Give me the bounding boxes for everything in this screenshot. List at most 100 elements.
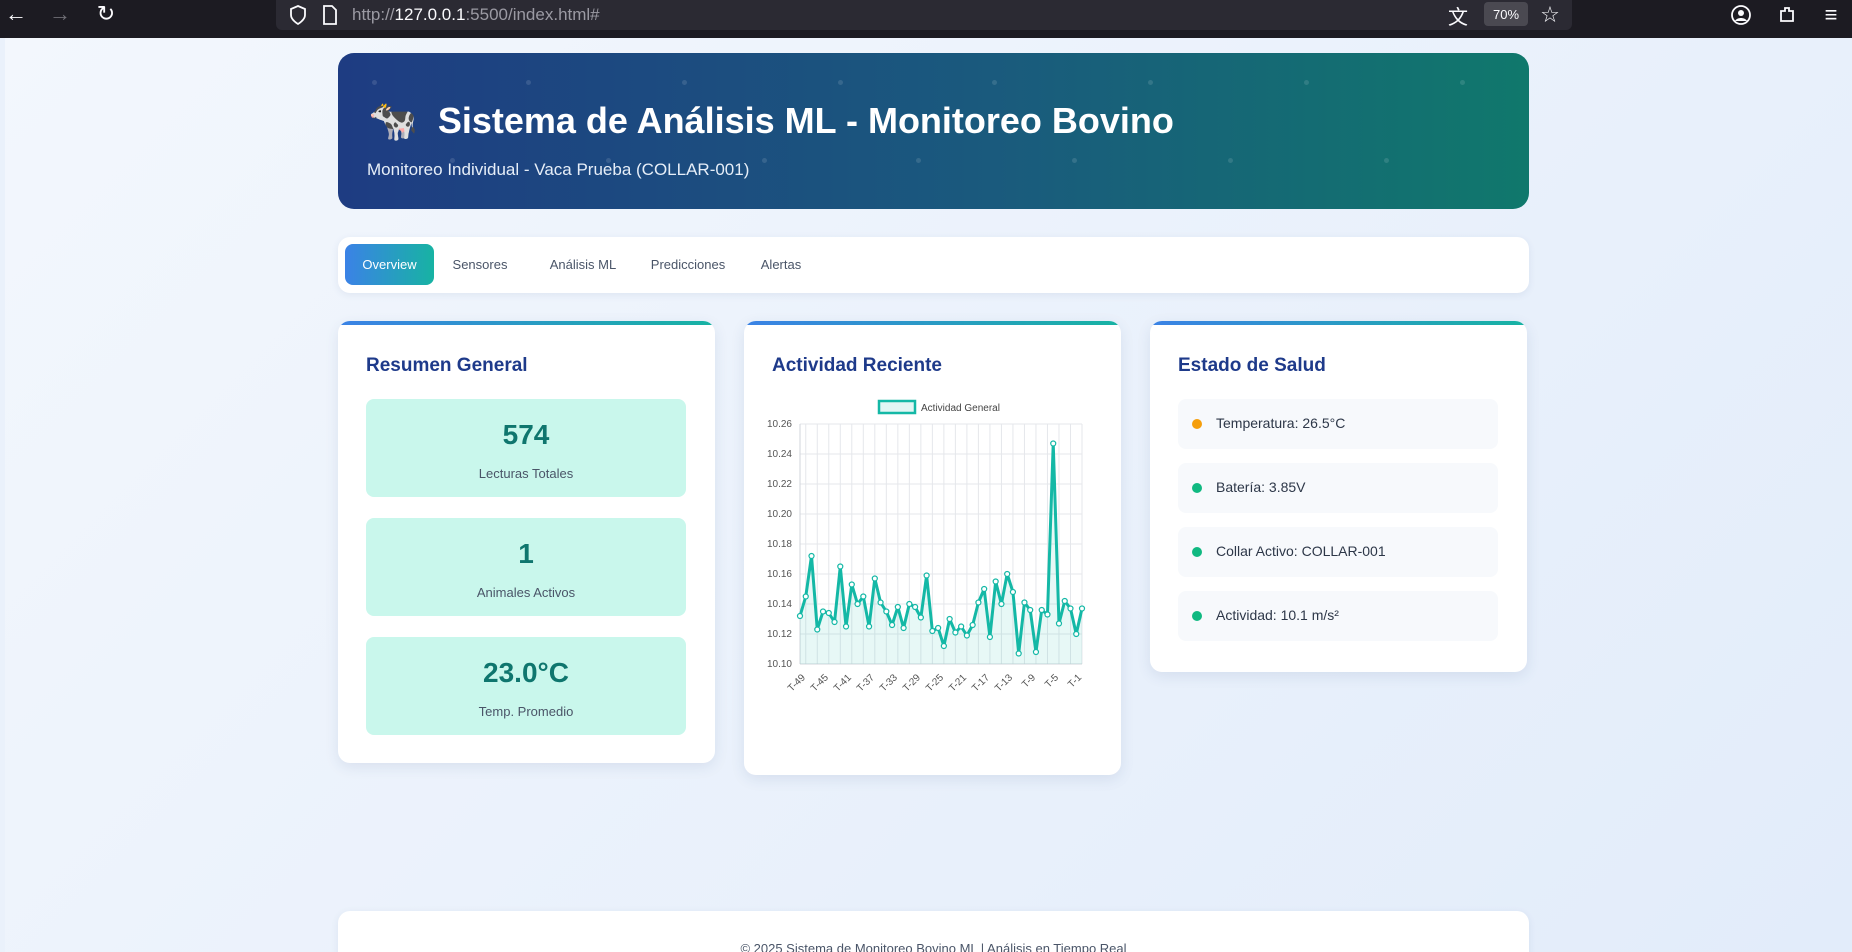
page-header: 🐄 Sistema de Análisis ML - Monitoreo Bov…	[338, 53, 1529, 209]
data-point	[1032, 648, 1040, 656]
data-point	[958, 623, 965, 630]
forward-icon[interactable]: →	[44, 0, 76, 28]
x-tick-label: T-9	[1020, 672, 1038, 690]
page-icon[interactable]	[318, 3, 342, 27]
x-tick-label: T-1	[1066, 672, 1084, 690]
url-bar[interactable]: http://127.0.0.1:5500/index.html# 文 70% …	[276, 0, 1572, 30]
status-dot	[1192, 483, 1202, 493]
page-subtitle: Monitoreo Individual - Vaca Prueba (COLL…	[367, 160, 750, 179]
browser-toolbar: ← → ↻ http://127.0.0.1:5500/index.html# …	[0, 0, 1852, 38]
data-point	[871, 575, 878, 582]
data-point	[848, 581, 855, 588]
y-tick-label: 10.10	[767, 659, 792, 670]
shield-icon[interactable]	[286, 3, 310, 27]
health-item-bateria: Batería: 3.85V	[1178, 463, 1498, 513]
bookmark-star-icon[interactable]: ☆	[1538, 2, 1562, 27]
zoom-level[interactable]: 70%	[1484, 2, 1528, 26]
data-point	[1067, 605, 1074, 612]
status-dot	[1192, 611, 1202, 621]
y-tick-label: 10.26	[767, 419, 792, 430]
x-tick-label: T-13	[993, 672, 1015, 694]
cow-icon: 🐄	[368, 99, 418, 143]
data-point	[894, 603, 901, 611]
summary-card: Resumen General 574 Lecturas Totales 1 A…	[338, 321, 715, 763]
tab-analisis-ml[interactable]: Análisis ML	[546, 244, 620, 285]
data-point	[992, 578, 999, 585]
data-point	[1050, 440, 1057, 447]
account-icon[interactable]	[1726, 2, 1756, 28]
data-point	[854, 600, 861, 608]
data-point	[842, 623, 850, 630]
x-tick-label: T-33	[878, 672, 900, 694]
url-text[interactable]: http://127.0.0.1:5500/index.html#	[352, 5, 600, 25]
footer-text: © 2025 Sistema de Monitoreo Bovino ML | …	[740, 941, 1127, 952]
data-point	[946, 615, 953, 623]
tab-overview[interactable]: Overview	[345, 244, 434, 285]
url-scheme: http://	[352, 5, 395, 24]
data-point	[969, 621, 976, 629]
page-viewport: 🐄 Sistema de Análisis ML - Monitoreo Bov…	[5, 38, 1852, 952]
stat-label: Lecturas Totales	[478, 466, 574, 481]
data-point	[998, 600, 1005, 608]
page-title: Sistema de Análisis ML - Monitoreo Bovin…	[437, 99, 1174, 141]
data-point	[963, 632, 970, 639]
data-point	[802, 593, 809, 600]
stat-value: 23.0°C	[483, 657, 569, 688]
tab-predicciones[interactable]: Predicciones	[646, 244, 730, 285]
health-card: Estado de Salud Temperatura: 26.5°C Bate…	[1150, 321, 1527, 672]
stat-value: 1	[518, 538, 534, 569]
data-point	[952, 629, 959, 636]
reload-icon[interactable]: ↻	[90, 0, 122, 28]
stat-label: Animales Activos	[476, 585, 576, 600]
header-title-row: 🐄 Sistema de Análisis ML - Monitoreo Bov…	[368, 97, 1174, 144]
data-point	[825, 609, 832, 617]
summary-title: Resumen General	[366, 355, 528, 376]
back-icon[interactable]: ←	[0, 0, 32, 28]
stat-lecturas: 574 Lecturas Totales	[366, 399, 686, 497]
x-tick-label: T-37	[855, 672, 877, 694]
stat-animales: 1 Animales Activos	[366, 518, 686, 616]
data-point	[1078, 605, 1086, 612]
data-point	[877, 599, 884, 606]
data-point	[981, 585, 988, 593]
x-tick-label: T-49	[786, 672, 808, 694]
data-point	[975, 599, 982, 606]
stat-value: 574	[502, 419, 550, 450]
status-dot	[1192, 547, 1202, 557]
data-point	[831, 618, 838, 626]
stat-temperatura: 23.0°C Temp. Promedio	[366, 637, 686, 735]
health-title: Estado de Salud	[1178, 355, 1326, 376]
x-tick-label: T-41	[832, 672, 854, 694]
url-host: 127.0.0.1	[394, 5, 466, 24]
y-tick-label: 10.12	[767, 629, 792, 640]
extensions-icon[interactable]	[1772, 2, 1802, 28]
data-point	[906, 600, 913, 608]
health-item-actividad: Actividad: 10.1 m/s²	[1178, 591, 1498, 641]
health-item-temperatura: Temperatura: 26.5°C	[1178, 399, 1498, 449]
x-tick-label: T-45	[809, 672, 831, 694]
health-item-text: Batería: 3.85V	[1216, 479, 1306, 495]
menu-icon[interactable]: ≡	[1816, 2, 1846, 28]
activity-chart: 10.26 10.24 10.22 10.20 10.18 10.16 10.14 10.12…	[767, 399, 1086, 694]
data-point	[1009, 588, 1017, 596]
y-tick-label: 10.22	[767, 479, 792, 490]
data-point	[814, 626, 821, 633]
legend-label: Actividad General	[921, 403, 1000, 414]
data-point	[860, 593, 867, 600]
y-tick-label: 10.24	[767, 449, 792, 460]
data-point	[929, 627, 936, 635]
tab-sensores[interactable]: Sensores	[450, 244, 510, 285]
data-point	[888, 621, 896, 629]
tab-alertas[interactable]: Alertas	[756, 244, 806, 285]
x-tick-label: T-5	[1043, 672, 1061, 690]
translate-icon[interactable]: 文	[1446, 3, 1470, 29]
data-point	[923, 572, 930, 579]
y-tick-label: 10.16	[767, 569, 792, 580]
status-dot	[1192, 419, 1202, 429]
legend-swatch	[877, 399, 917, 415]
data-point	[883, 608, 890, 615]
y-tick-label: 10.18	[767, 539, 792, 550]
data-point	[900, 624, 907, 632]
health-item-text: Temperatura: 26.5°C	[1216, 415, 1346, 431]
activity-card: Actividad Reciente 10.26 10.24 10.22 10.20 1…	[744, 321, 1121, 775]
